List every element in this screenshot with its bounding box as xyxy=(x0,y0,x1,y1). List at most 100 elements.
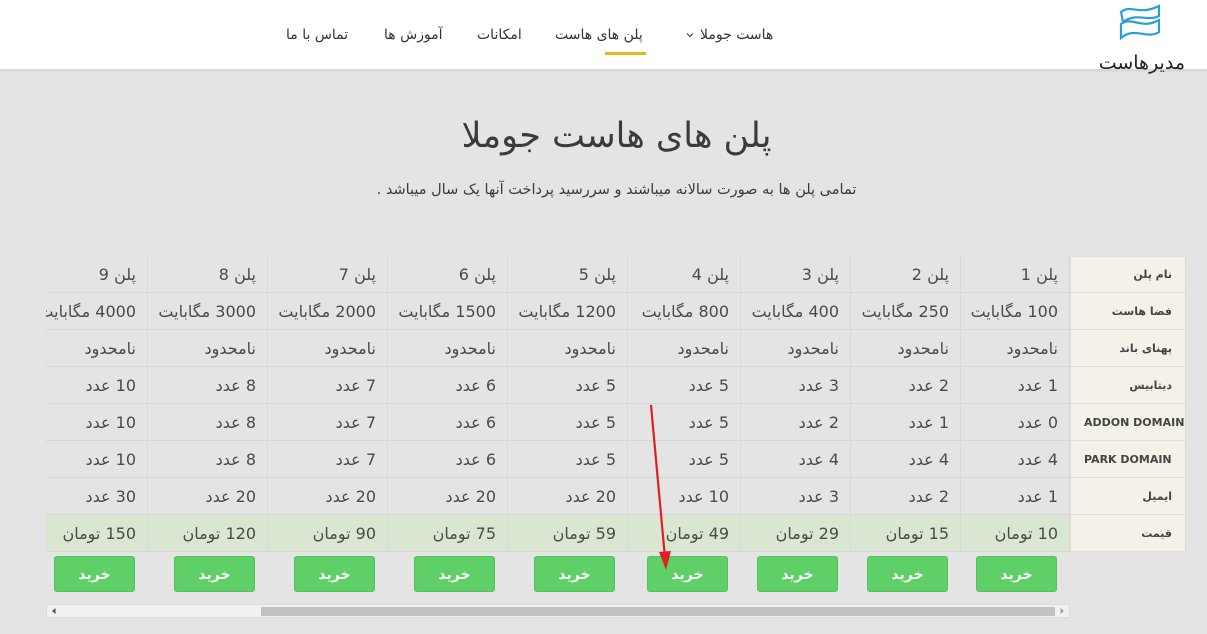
plan-1-email: 1 عدد xyxy=(1017,487,1058,506)
plan-7-space: 2000 مگابایت xyxy=(278,302,376,321)
plan-2-email: 2 عدد xyxy=(908,487,949,506)
plan-9-email: 30 عدد xyxy=(85,487,136,506)
plan-2-park: 4 عدد xyxy=(908,450,949,469)
plan-8-park: 8 عدد xyxy=(215,450,256,469)
plan-7-name: پلن 7 xyxy=(338,265,376,284)
row-label: PARK DOMAIN xyxy=(1070,441,1186,478)
nav-item-joomla-host[interactable]: هاست جوملا xyxy=(700,27,773,47)
scroll-right-arrow-icon[interactable] xyxy=(1055,605,1069,617)
plan-6-name: پلن 6 xyxy=(458,265,496,284)
horizontal-scrollbar[interactable] xyxy=(46,604,1070,618)
plan-6-park: 6 عدد xyxy=(455,450,496,469)
red-arrow-annotation-icon xyxy=(649,404,671,570)
plan-6-email: 20 عدد xyxy=(445,487,496,506)
plan-1-park: 4 عدد xyxy=(1017,450,1058,469)
plan-8-price: 120 تومان xyxy=(182,524,256,543)
plan-9-space: 4000 مگابایت xyxy=(46,302,136,321)
row-label: پهنای باند xyxy=(1070,330,1186,367)
logo-icon xyxy=(1119,4,1161,41)
column-divider xyxy=(387,256,388,552)
plan-4-space: 800 مگابایت xyxy=(641,302,729,321)
plan-1-price: 10 تومان xyxy=(994,524,1058,543)
scroll-left-arrow-icon[interactable] xyxy=(47,605,61,617)
plan-4-database: 5 عدد xyxy=(688,376,729,395)
row-label: نام پلن xyxy=(1070,256,1186,293)
nav-item-label: هاست جوملا xyxy=(700,27,774,43)
plan-2-space: 250 مگابایت xyxy=(861,302,949,321)
plan-9-bandwidth: نامحدود xyxy=(84,339,136,358)
plan-9-addon: 10 عدد xyxy=(85,413,136,432)
buy-button-plan-2[interactable]: خرید xyxy=(867,556,948,592)
plan-2-price: 15 تومان xyxy=(885,524,949,543)
plan-9-database: 10 عدد xyxy=(85,376,136,395)
plan-4-email: 10 عدد xyxy=(678,487,729,506)
brand-name: مدیرهاست xyxy=(1098,52,1185,74)
buy-button-plan-7[interactable]: خرید xyxy=(294,556,375,592)
nav-item-tutorials[interactable]: آموزش ها xyxy=(384,27,443,47)
plan-8-email: 20 عدد xyxy=(205,487,256,506)
plans-table[interactable]: پلن 1 100 مگابایت نامحدود 1 عدد 0 عدد 4 عدد 1 … xyxy=(46,256,1070,622)
row-label: ایمیل xyxy=(1070,478,1186,515)
plan-9-price: 150 تومان xyxy=(62,524,136,543)
plan-8-space: 3000 مگابایت xyxy=(158,302,256,321)
row-label: دیتابیس xyxy=(1070,367,1186,404)
plan-7-park: 7 عدد xyxy=(335,450,376,469)
nav-item-label: امکانات xyxy=(477,27,522,43)
column-divider xyxy=(147,256,148,552)
plan-3-email: 3 عدد xyxy=(798,487,839,506)
column-divider xyxy=(267,256,268,552)
plan-5-bandwidth: نامحدود xyxy=(564,339,616,358)
row-label: فضا هاست xyxy=(1070,293,1186,330)
plan-6-database: 6 عدد xyxy=(455,376,496,395)
plan-5-database: 5 عدد xyxy=(575,376,616,395)
plan-3-database: 3 عدد xyxy=(798,376,839,395)
row-label: قیمت xyxy=(1070,515,1186,552)
plan-5-addon: 5 عدد xyxy=(575,413,616,432)
plan-9-name: پلن 9 xyxy=(98,265,136,284)
column-divider xyxy=(1069,256,1070,552)
brand-logo[interactable]: مدیرهاست xyxy=(1075,2,1185,74)
plan-7-bandwidth: نامحدود xyxy=(324,339,376,358)
plan-3-bandwidth: نامحدود xyxy=(787,339,839,358)
nav-item-contact[interactable]: تماس با ما xyxy=(286,27,348,47)
plan-3-name: پلن 3 xyxy=(801,265,839,284)
buy-button-plan-1[interactable]: خرید xyxy=(976,556,1057,592)
column-divider xyxy=(960,256,961,552)
buy-button-plan-5[interactable]: خرید xyxy=(534,556,615,592)
buy-button-plan-6[interactable]: خرید xyxy=(414,556,495,592)
plan-1-bandwidth: نامحدود xyxy=(1006,339,1058,358)
plan-7-database: 7 عدد xyxy=(335,376,376,395)
scrollbar-thumb[interactable] xyxy=(261,607,1055,616)
plan-7-addon: 7 عدد xyxy=(335,413,376,432)
plan-1-name: پلن 1 xyxy=(1020,265,1058,284)
plan-2-name: پلن 2 xyxy=(911,265,949,284)
nav-item-host-plans[interactable]: پلن های هاست xyxy=(555,27,643,47)
plan-3-space: 400 مگابایت xyxy=(751,302,839,321)
column-divider xyxy=(627,256,628,552)
nav-item-label: آموزش ها xyxy=(384,27,443,43)
plan-4-bandwidth: نامحدود xyxy=(677,339,729,358)
plan-8-bandwidth: نامحدود xyxy=(204,339,256,358)
plan-3-price: 29 تومان xyxy=(775,524,839,543)
plan-5-name: پلن 5 xyxy=(578,265,616,284)
column-divider xyxy=(740,256,741,552)
nav-item-features[interactable]: امکانات xyxy=(477,27,522,47)
page-subtitle: تمامی پلن ها به صورت سالانه میباشند و سر… xyxy=(376,182,857,198)
plan-7-price: 90 تومان xyxy=(312,524,376,543)
plan-8-name: پلن 8 xyxy=(218,265,256,284)
chevron-down-icon xyxy=(686,33,694,38)
buy-button-plan-9[interactable]: خرید xyxy=(54,556,135,592)
plan-5-space: 1200 مگابایت xyxy=(518,302,616,321)
plan-5-price: 59 تومان xyxy=(552,524,616,543)
plan-5-park: 5 عدد xyxy=(575,450,616,469)
row-label: ADDON DOMAIN xyxy=(1070,404,1186,441)
column-divider xyxy=(850,256,851,552)
buy-button-plan-3[interactable]: خرید xyxy=(757,556,838,592)
column-divider xyxy=(507,256,508,552)
plan-8-database: 8 عدد xyxy=(215,376,256,395)
buy-button-plan-8[interactable]: خرید xyxy=(174,556,255,592)
plan-8-addon: 8 عدد xyxy=(215,413,256,432)
plan-5-email: 20 عدد xyxy=(565,487,616,506)
plan-6-addon: 6 عدد xyxy=(455,413,496,432)
plan-2-bandwidth: نامحدود xyxy=(897,339,949,358)
